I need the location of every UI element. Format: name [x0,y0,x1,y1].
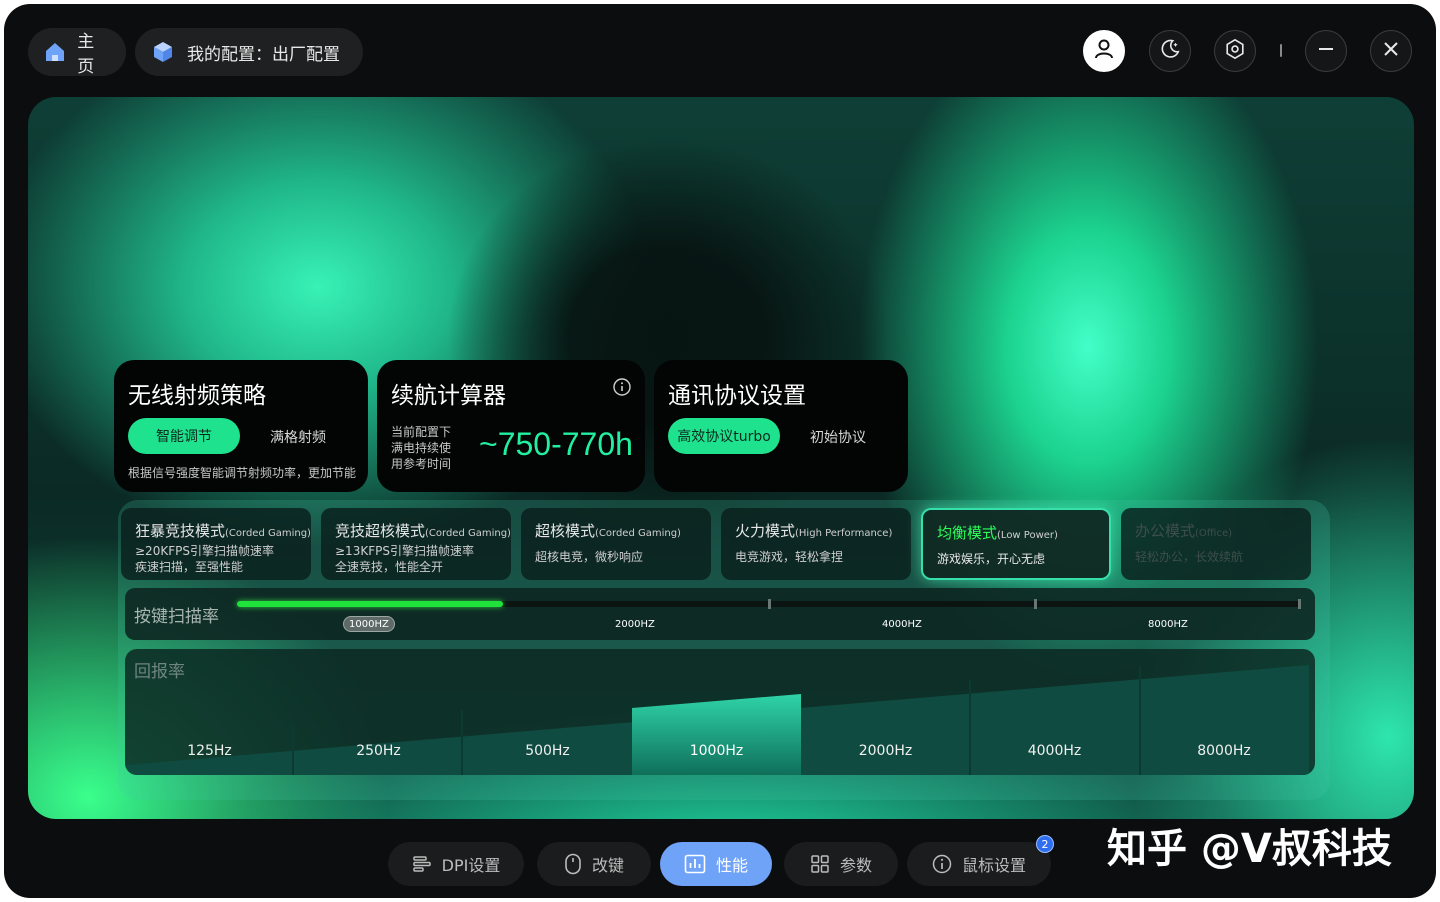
close-icon [1382,40,1400,62]
battery-calculator-title: 续航计算器 [391,383,506,409]
scan-tick-4000[interactable]: 4000HZ [877,616,927,632]
rf-strategy-desc: 根据信号强度智能调节射频功率，更加节能 [128,466,357,480]
scan-tick-2000[interactable]: 2000HZ [610,616,660,632]
info-icon [932,854,952,874]
home-label: 主页 [77,32,95,77]
dpi-icon [412,854,432,874]
smart-adjust-button[interactable]: 智能调节 [128,418,240,454]
scan-tick-8000[interactable]: 8000HZ [1143,616,1193,632]
close-button[interactable] [1370,30,1412,72]
mode-card-office[interactable]: 办公模式(Office) 轻松办公，长效续航 [1121,508,1311,580]
battery-calculator-card: 续航计算器 当前配置下 满电持续使 用参考时间 ~750-770h [377,360,645,492]
report-option-8000[interactable]: 8000Hz [1139,743,1309,759]
info-icon[interactable] [613,378,631,400]
report-option-500[interactable]: 500Hz [463,743,632,759]
nav-remap-keys[interactable]: 改键 [537,842,651,886]
nav-parameters[interactable]: 参数 [784,842,898,886]
hexagon-gear-icon [1224,38,1246,64]
watermark: 知乎 @V叔科技 [1107,826,1392,872]
account-button[interactable] [1083,30,1125,72]
notification-badge: 2 [1036,835,1054,853]
scan-tick-1000[interactable]: 1000HZ [343,616,395,632]
scan-rate-fill [237,601,503,607]
rf-strategy-card: 无线射频策略 智能调节 满格射频 根据信号强度智能调节射频功率，更加节能 [114,360,368,492]
mouse-icon [564,853,582,875]
initial-protocol-option[interactable]: 初始协议 [810,427,866,447]
mode-card-balanced[interactable]: 均衡模式(Low Power) 游戏娱乐，开心无虑 [921,508,1111,580]
rf-strategy-title: 无线射频策略 [128,383,266,409]
grid-icon [810,854,830,874]
minimize-icon [1316,39,1336,63]
home-icon [42,38,67,66]
chart-icon [684,854,706,874]
turbo-protocol-button[interactable]: 高效协议turbo [668,418,780,454]
scan-rate-track[interactable] [237,599,1301,609]
mode-card-ultra[interactable]: 超核模式(Corded Gaming) 超核电竞，微秒响应 [521,508,711,580]
app-window: 主页 我的配置：出厂配置 无线射频策略 智能调节 满格射频 根据信号强度智能调节… [4,4,1436,898]
battery-value: ~750-770h [479,426,633,462]
config-selector[interactable]: 我的配置：出厂配置 [135,28,363,76]
user-icon [1092,37,1116,65]
nav-performance[interactable]: 性能 [660,842,772,886]
moon-icon [1159,38,1181,64]
full-power-rf-option[interactable]: 满格射频 [270,427,326,447]
home-button[interactable]: 主页 [28,28,126,77]
mode-card-competitive-ultra[interactable]: 竞技超核模式(Corded Gaming) ≥13KFPS引擎扫描帧速率 全速竞技… [321,508,511,580]
report-option-4000[interactable]: 4000Hz [970,743,1139,759]
scan-rate-marker [1298,599,1301,609]
protocol-card: 通讯协议设置 高效协议turbo 初始协议 [654,360,908,492]
battery-note: 当前配置下 满电持续使 用参考时间 [391,425,452,471]
protocol-title: 通讯协议设置 [668,383,806,409]
cube-icon [149,38,177,66]
nav-dpi-settings[interactable]: DPI设置 [388,842,524,886]
scan-rate-marker [768,599,771,609]
scan-rate-marker [1034,599,1037,609]
theme-toggle-button[interactable] [1149,30,1191,72]
report-rate-panel: 回报率 125Hz 250Hz 500Hz 1000Hz 2000Hz 4000… [125,649,1315,775]
scan-rate-row: 按键扫描率 [125,588,1315,640]
scan-rate-label: 按键扫描率 [134,607,219,627]
config-label: 我的配置：出厂配置 [187,44,340,65]
report-option-2000[interactable]: 2000Hz [801,743,970,759]
report-option-1000[interactable]: 1000Hz [632,743,801,759]
toolbar-divider [1280,44,1282,57]
settings-button[interactable] [1214,30,1256,72]
mode-card-berserk[interactable]: 狂暴竞技模式(Corded Gaming) ≥20KFPS引擎扫描帧速率 疾速扫描… [121,508,311,580]
report-rate-label: 回报率 [134,662,185,682]
report-option-125[interactable]: 125Hz [125,743,294,759]
nav-mouse-settings[interactable]: 鼠标设置 [907,842,1051,886]
minimize-button[interactable] [1305,30,1347,72]
report-option-250[interactable]: 250Hz [294,743,463,759]
mode-card-firepower[interactable]: 火力模式(High Performance) 电竞游戏，轻松拿捏 [721,508,911,580]
